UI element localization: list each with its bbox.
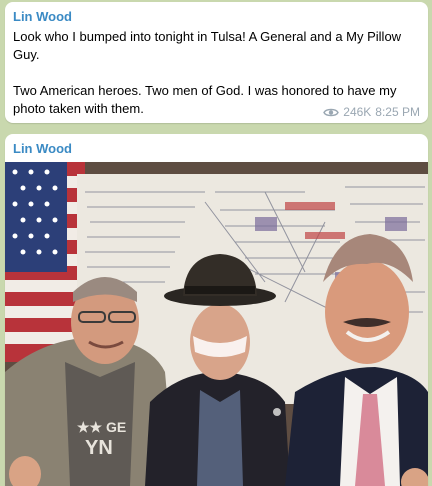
photo-image: ★★ GE YN [5, 162, 428, 486]
message-bubble-1: Lin Wood Look who I bumped into tonight … [5, 2, 428, 123]
view-count: 246K [343, 105, 372, 119]
message-author[interactable]: Lin Wood [13, 141, 72, 156]
svg-text:★★ GE: ★★ GE [77, 419, 126, 435]
message-author[interactable]: Lin Wood [13, 9, 72, 24]
message-bubble-2: Lin Wood ★★ GE YN [5, 134, 428, 486]
message-meta: 246K 8:25 PM [323, 105, 420, 119]
message-time: 8:25 PM [375, 105, 420, 119]
eye-icon [323, 107, 340, 118]
message-photo[interactable]: ★★ GE YN [5, 162, 428, 486]
svg-text:YN: YN [85, 437, 113, 459]
